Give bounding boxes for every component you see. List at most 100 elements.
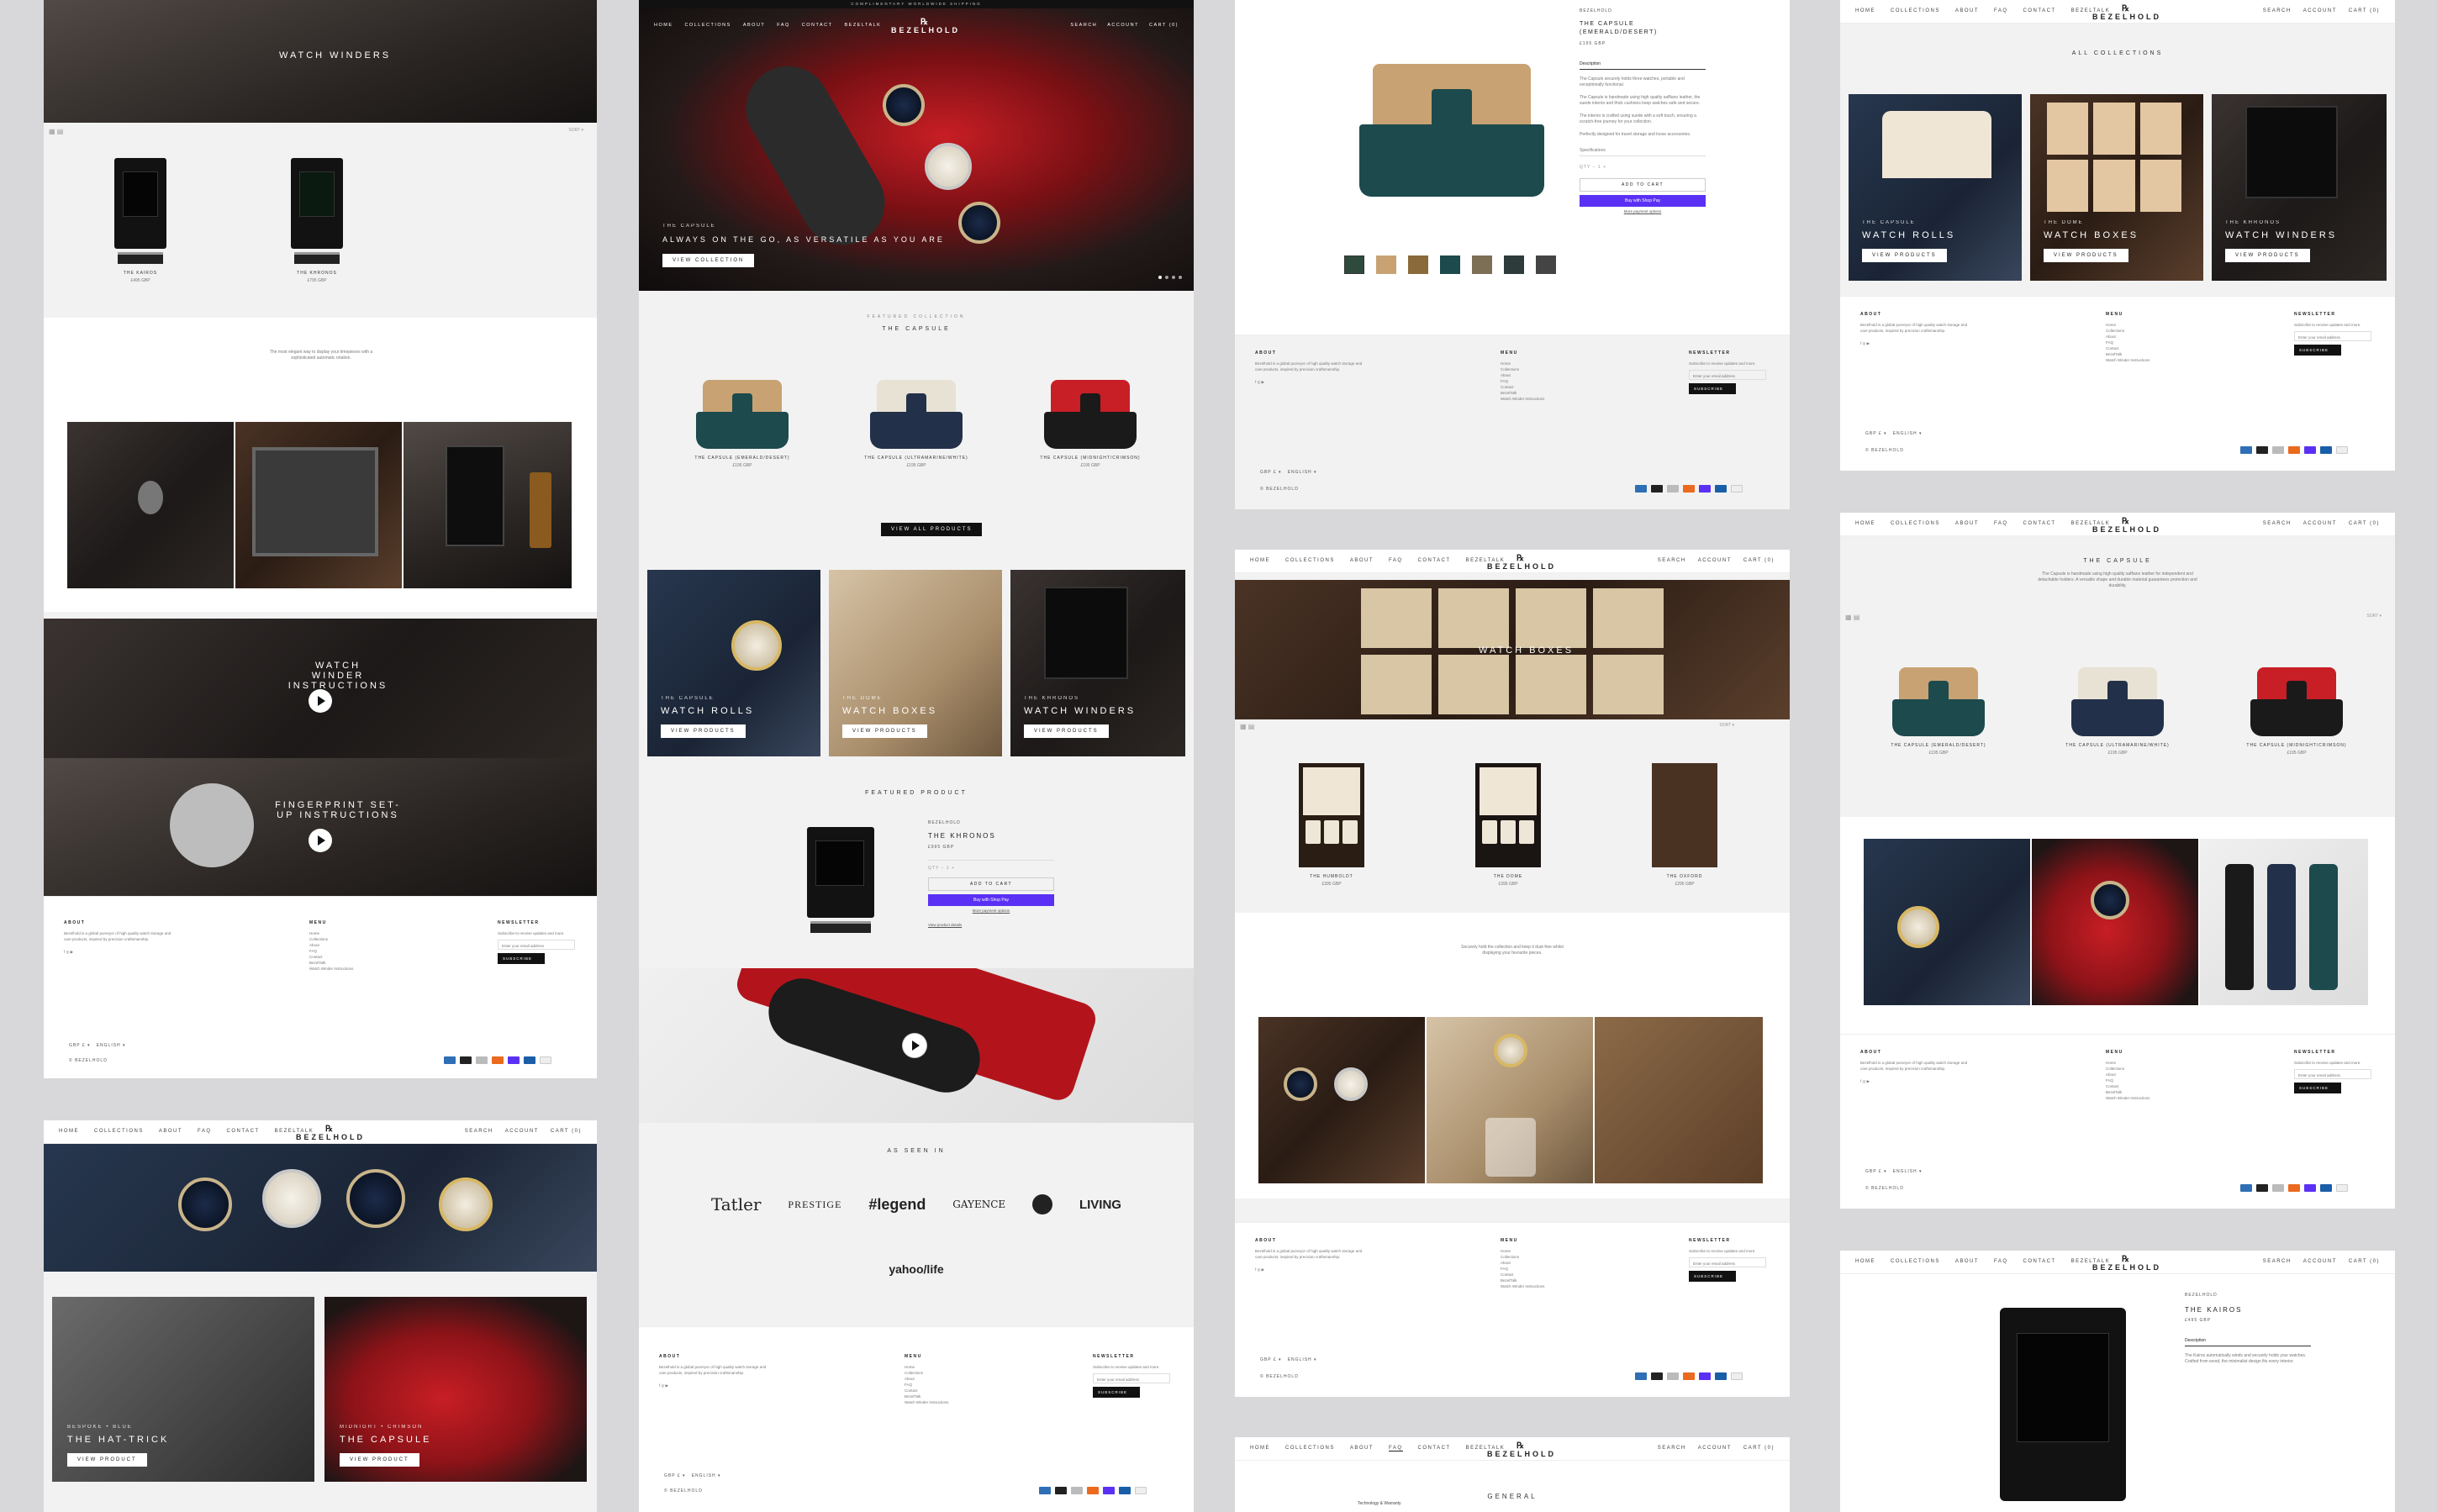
video-capsule[interactable] (639, 968, 1194, 1123)
nav-faq[interactable]: FAQ (1994, 8, 2008, 13)
email-field[interactable]: Enter your email address (1689, 370, 1766, 380)
shop-pay-button[interactable]: Buy with Shop Pay (1580, 195, 1706, 207)
nav-collections[interactable]: COLLECTIONS (1285, 1446, 1335, 1451)
subscribe-button[interactable]: SUBSCRIBE (1689, 383, 1736, 394)
nav-search[interactable]: SEARCH (1658, 558, 1686, 563)
nav-contact[interactable]: CONTACT (2023, 521, 2056, 526)
nav-about[interactable]: ABOUT (1955, 521, 1979, 526)
currency-select[interactable]: GBP £ ▾ ENGLISH ▾ (664, 1473, 721, 1478)
nav-home[interactable]: HOME (1855, 1259, 1875, 1264)
view-all-products-button[interactable]: VIEW ALL PRODUCTS (881, 523, 983, 536)
grid-view-icon[interactable]: ▦ ▤ (1845, 614, 1859, 621)
nav-home[interactable]: HOME (59, 1129, 79, 1134)
nav-search[interactable]: SEARCH (2263, 1259, 2292, 1264)
nav-contact[interactable]: CONTACT (2023, 1259, 2056, 1264)
grid-view-icon[interactable]: ▦ ▤ (1240, 723, 1254, 730)
nav-home[interactable]: HOME (1250, 1446, 1270, 1451)
faq-nav-link[interactable]: Technology & Warranty (1358, 1501, 1401, 1507)
video-fingerprint-instructions[interactable]: FINGERPRINT SET-UP INSTRUCTIONS (44, 758, 597, 896)
nav-search[interactable]: SEARCH (2263, 8, 2292, 13)
nav-cart[interactable]: CART (0) (551, 1129, 582, 1134)
email-field[interactable]: Enter your email address (2294, 331, 2371, 341)
nav-account[interactable]: ACCOUNT (2303, 8, 2337, 13)
subscribe-button[interactable]: SUBSCRIBE (2294, 1083, 2341, 1093)
nav-home[interactable]: HOME (1855, 8, 1875, 13)
nav-cart[interactable]: CART (0) (2349, 521, 2380, 526)
nav-collections[interactable]: COLLECTIONS (685, 23, 731, 28)
brand-logo[interactable]: ℞ BEZELHOLD (2092, 518, 2161, 535)
nav-faq[interactable]: FAQ (198, 1129, 212, 1134)
tile-watch-boxes[interactable]: THE DOME WATCH BOXES VIEW PRODUCTS (829, 570, 1002, 756)
view-collection-button[interactable]: VIEW COLLECTION (662, 254, 755, 267)
nav-cart[interactable]: CART (0) (1743, 558, 1775, 563)
email-field[interactable]: Enter your email address (1689, 1257, 1766, 1267)
sort-select[interactable]: SORT ▾ (1719, 723, 1734, 728)
brand-logo[interactable]: ℞ BEZELHOLD (1487, 555, 1556, 572)
view-products-button[interactable]: VIEW PRODUCTS (661, 724, 746, 738)
play-icon[interactable] (309, 829, 332, 852)
nav-account[interactable]: ACCOUNT (1698, 558, 1732, 563)
view-products-button[interactable]: VIEW PRODUCTS (2044, 249, 2128, 262)
nav-cart[interactable]: CART (0) (2349, 1259, 2380, 1264)
currency-select[interactable]: GBP £ ▾ ENGLISH ▾ (1865, 1169, 1923, 1174)
product-card[interactable]: THE OXFORD £295 GBP (1647, 763, 1722, 887)
nav-cart[interactable]: CART (0) (1743, 1446, 1775, 1451)
nav-collections[interactable]: COLLECTIONS (1891, 8, 1940, 13)
subscribe-button[interactable]: SUBSCRIBE (498, 953, 545, 964)
nav-search[interactable]: SEARCH (2263, 521, 2292, 526)
nav-contact[interactable]: CONTACT (802, 23, 833, 28)
nav-search[interactable]: SEARCH (1070, 23, 1097, 28)
nav-contact[interactable]: CONTACT (227, 1129, 260, 1134)
tile-watch-winders[interactable]: THE KHRONOS WATCH WINDERS VIEW PRODUCTS (1010, 570, 1185, 756)
nav-contact[interactable]: CONTACT (2023, 8, 2056, 13)
tile-watch-rolls[interactable]: THE CAPSULE WATCH ROLLS VIEW PRODUCTS (647, 570, 820, 756)
nav-account[interactable]: ACCOUNT (1698, 1446, 1732, 1451)
nav-home[interactable]: HOME (654, 23, 673, 28)
product-card[interactable]: THE HUMBOLDT £395 GBP (1294, 763, 1369, 887)
currency-select[interactable]: GBP £ ▾ ENGLISH ▾ (1260, 470, 1317, 475)
brand-logo[interactable]: ℞ BEZELHOLD (891, 18, 960, 35)
card-hat-trick[interactable]: BESPOKE • BLUE THE HAT-TRICK VIEW PRODUC… (52, 1297, 314, 1482)
nav-home[interactable]: HOME (1250, 558, 1270, 563)
nav-account[interactable]: ACCOUNT (505, 1129, 539, 1134)
view-products-button[interactable]: VIEW PRODUCTS (2225, 249, 2310, 262)
tab-description[interactable]: Description (1580, 61, 1706, 70)
brand-logo[interactable]: ℞ BEZELHOLD (1487, 1442, 1556, 1459)
product-card[interactable]: THE CAPSULE (MIDNIGHT/CRIMSON) £195 GBP (1036, 380, 1145, 468)
nav-faq[interactable]: FAQ (1994, 1259, 2008, 1264)
nav-contact[interactable]: CONTACT (1418, 558, 1451, 563)
add-to-cart-button[interactable]: ADD TO CART (1580, 178, 1706, 192)
nav-contact[interactable]: CONTACT (1418, 1446, 1451, 1451)
thumbnail-strip[interactable] (1344, 256, 1556, 274)
nav-about[interactable]: ABOUT (1350, 1446, 1374, 1451)
tab-specifications[interactable]: Specifications (1580, 148, 1706, 156)
nav-search[interactable]: SEARCH (465, 1129, 493, 1134)
collection-watch-rolls[interactable]: THE CAPSULE WATCH ROLLS VIEW PRODUCTS (1849, 94, 2022, 281)
nav-account[interactable]: ACCOUNT (1107, 23, 1139, 28)
video-winder-instructions[interactable]: WATCH WINDER INSTRUCTIONS (44, 619, 597, 758)
nav-collections[interactable]: COLLECTIONS (1285, 558, 1335, 563)
subscribe-button[interactable]: SUBSCRIBE (2294, 345, 2341, 356)
sort-select[interactable]: SORT ▾ (2366, 614, 2382, 619)
nav-about[interactable]: ABOUT (1955, 1259, 1979, 1264)
nav-collections[interactable]: COLLECTIONS (1891, 521, 1940, 526)
collection-watch-boxes[interactable]: THE DOME WATCH BOXES VIEW PRODUCTS (2030, 94, 2203, 281)
email-field[interactable]: Enter your email address (1093, 1373, 1170, 1383)
product-card[interactable]: THE CAPSULE (MIDNIGHT/CRIMSON) £195 GBP (2242, 667, 2351, 756)
nav-account[interactable]: ACCOUNT (2303, 521, 2337, 526)
nav-faq[interactable]: FAQ (1994, 521, 2008, 526)
product-card[interactable]: THE CAPSULE (EMERALD/DESERT) £195 GBP (688, 380, 797, 468)
currency-select[interactable]: GBP £ ▾ ENGLISH ▾ (1260, 1357, 1317, 1362)
nav-account[interactable]: ACCOUNT (2303, 1259, 2337, 1264)
nav-cart[interactable]: CART (0) (1149, 23, 1179, 28)
more-payment-link[interactable]: More payment options (1580, 209, 1706, 213)
view-product-button[interactable]: VIEW PRODUCT (340, 1453, 419, 1467)
nav-about[interactable]: ABOUT (743, 23, 765, 28)
currency-select[interactable]: GBP £ ▾ ENGLISH ▾ (69, 1043, 126, 1048)
brand-logo[interactable]: ℞ BEZELHOLD (296, 1125, 365, 1142)
product-card[interactable]: THE CAPSULE (ULTRAMARINE/WHITE) £195 GBP (2063, 667, 2172, 756)
nav-about[interactable]: ABOUT (1955, 8, 1979, 13)
nav-search[interactable]: SEARCH (1658, 1446, 1686, 1451)
view-products-button[interactable]: VIEW PRODUCTS (1024, 724, 1109, 738)
nav-about[interactable]: ABOUT (159, 1129, 182, 1134)
